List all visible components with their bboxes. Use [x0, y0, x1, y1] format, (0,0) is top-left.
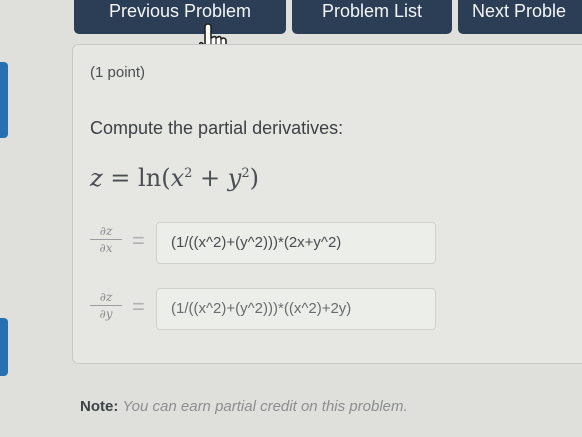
partial-x-equals: = [132, 228, 145, 253]
partial-x-answer-input[interactable]: (1/((x^2)+(y^2)))*(2x+y^2) [156, 222, 436, 264]
problem-instruction: Compute the partial derivatives: [90, 118, 344, 138]
equation-function: ln [138, 164, 162, 192]
equation-lhs: z [90, 164, 103, 192]
equation-x-exponent: 2 [184, 166, 193, 181]
equation-close-paren: ) [249, 164, 259, 192]
partial-y-denominator: ∂y [99, 307, 113, 321]
left-accent-bar-top [0, 62, 8, 138]
equation-open-paren: ( [161, 164, 171, 192]
partial-x-denominator: ∂x [99, 241, 113, 255]
partial-x-label: ∂z ∂x [90, 224, 122, 255]
problem-equation: z = ln(x2 + y2) [90, 164, 259, 192]
partial-credit-note: Note: You can earn partial credit on thi… [80, 398, 408, 415]
left-accent-bar-bottom [0, 318, 8, 376]
partial-y-equals: = [132, 294, 145, 319]
partial-y-numerator: ∂z [90, 290, 122, 306]
next-problem-button[interactable]: Next Proble [458, 0, 582, 34]
partial-y-answer-input[interactable]: (1/((x^2)+(y^2)))*((x^2)+2y) [156, 288, 436, 330]
problem-list-button[interactable]: Problem List [292, 0, 452, 34]
equation-y: y [227, 164, 242, 192]
note-text: You can earn partial credit on this prob… [122, 398, 408, 415]
partial-x-numerator: ∂z [90, 224, 122, 240]
point-value: (1 point) [90, 64, 146, 81]
previous-problem-button[interactable]: Previous Problem [74, 0, 286, 34]
note-label: Note: [80, 398, 119, 415]
equation-plus: + [200, 164, 221, 192]
equation-x: x [170, 164, 185, 192]
equation-y-exponent: 2 [241, 166, 250, 181]
partial-y-label: ∂z ∂y [90, 290, 122, 321]
equation-equals: = [110, 164, 131, 192]
